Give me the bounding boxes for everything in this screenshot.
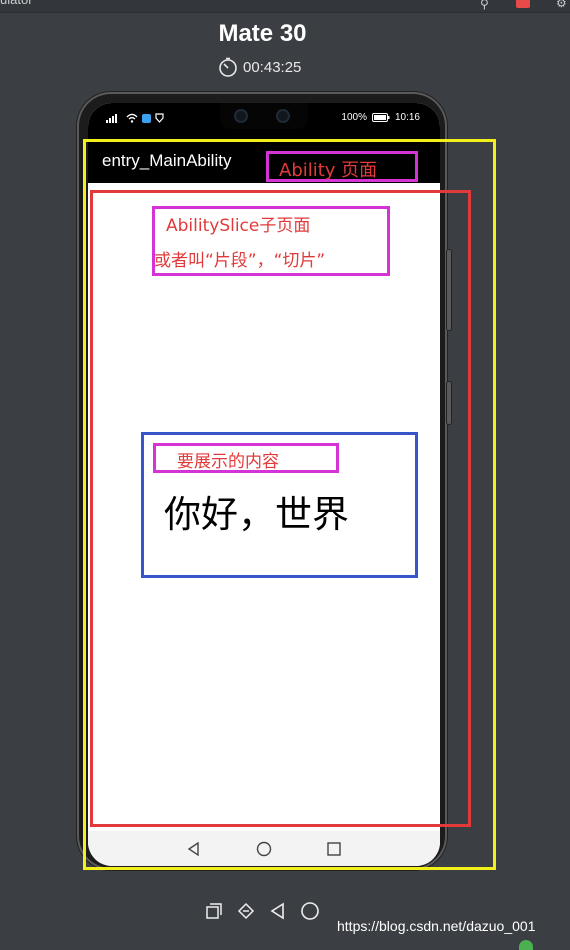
ability-slice-label: AbilitySlice子页面 <box>166 216 311 236</box>
app-badge-icon <box>142 113 151 123</box>
watermark-url: https://blog.csdn.net/dazuo_001 <box>337 918 536 934</box>
emulator-toolbar <box>203 900 321 922</box>
session-timer: 00:43:25 <box>218 56 301 78</box>
camera-notch <box>220 103 308 129</box>
close-icon[interactable] <box>516 0 530 8</box>
clock: 10:16 <box>394 112 420 123</box>
back-triangle-icon[interactable] <box>267 900 289 922</box>
slice-alias-label: 或者叫“片段”，“切片” <box>154 251 326 271</box>
gear-icon[interactable]: ⚙ <box>556 0 570 10</box>
hello-world-text: 你好，世界 <box>164 493 349 536</box>
tag-icon[interactable] <box>235 900 257 922</box>
camera-lens <box>234 109 248 123</box>
timer-value: 00:43:25 <box>243 58 302 76</box>
status-icons-left <box>106 113 164 123</box>
home-circle-icon[interactable] <box>299 900 321 922</box>
timer-icon <box>219 57 237 77</box>
emulator-window-bar: ulator ⚲ ⚙ <box>0 0 570 13</box>
shield-icon <box>155 113 164 123</box>
rotate-icon[interactable] <box>203 900 225 922</box>
signal-icon <box>106 114 117 123</box>
camera-lens <box>276 109 290 123</box>
status-dot <box>519 940 533 950</box>
status-icons-right: 100% 10:16 <box>341 112 420 123</box>
window-title: ulator <box>0 0 33 7</box>
status-bar: 100% 10:16 <box>88 103 440 133</box>
pin-icon[interactable]: ⚲ <box>480 0 492 11</box>
wifi-icon <box>126 113 138 123</box>
ability-page-label: Ability 页面 <box>279 160 378 181</box>
battery-icon <box>371 113 390 122</box>
device-name: Mate 30 <box>218 20 307 47</box>
battery-percent: 100% <box>341 112 367 123</box>
content-label: 要展示的内容 <box>177 452 279 472</box>
